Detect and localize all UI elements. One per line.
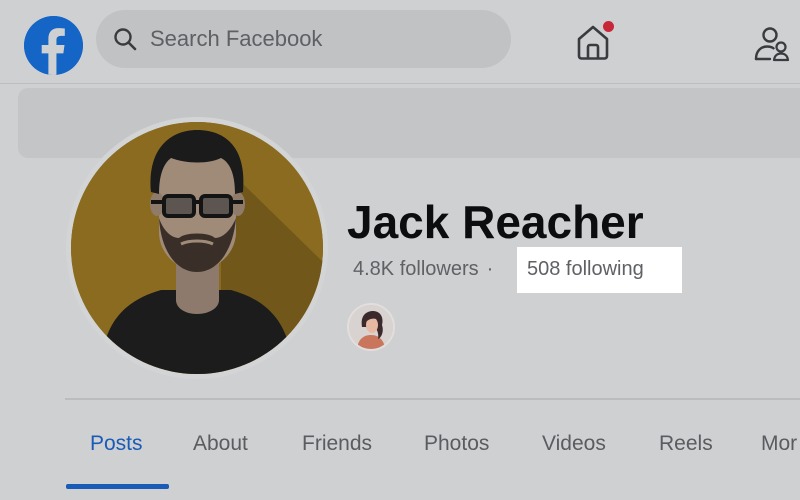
following-count[interactable]: 508 following <box>527 258 644 281</box>
tab-friends[interactable]: Friends <box>302 432 372 456</box>
active-tab-indicator <box>66 484 169 489</box>
profile-name: Jack Reacher <box>347 196 644 248</box>
notification-dot <box>603 21 614 32</box>
stats-separator: · <box>486 258 494 280</box>
tab-videos[interactable]: Videos <box>542 432 606 456</box>
profile-page: Search Facebook Jack Reacher 4.8K follow… <box>0 0 800 500</box>
followers-count[interactable]: 4.8K followers <box>353 258 479 280</box>
tab-photos[interactable]: Photos <box>424 432 489 456</box>
friends-icon[interactable] <box>750 26 790 62</box>
facebook-logo-icon[interactable] <box>24 16 83 75</box>
mutual-friend-avatar[interactable] <box>347 303 395 351</box>
tab-reels[interactable]: Reels <box>659 432 713 456</box>
search-placeholder: Search Facebook <box>150 26 323 51</box>
profile-picture[interactable] <box>71 122 323 374</box>
section-divider <box>65 398 800 400</box>
tab-more[interactable]: Mor <box>761 432 797 456</box>
profile-stats: 4.8K followers · <box>353 258 501 281</box>
search-input[interactable]: Search Facebook <box>96 10 511 68</box>
top-navigation-bar: Search Facebook <box>0 0 800 84</box>
tab-about[interactable]: About <box>193 432 248 456</box>
tab-posts[interactable]: Posts <box>90 432 143 456</box>
search-icon <box>114 28 137 51</box>
